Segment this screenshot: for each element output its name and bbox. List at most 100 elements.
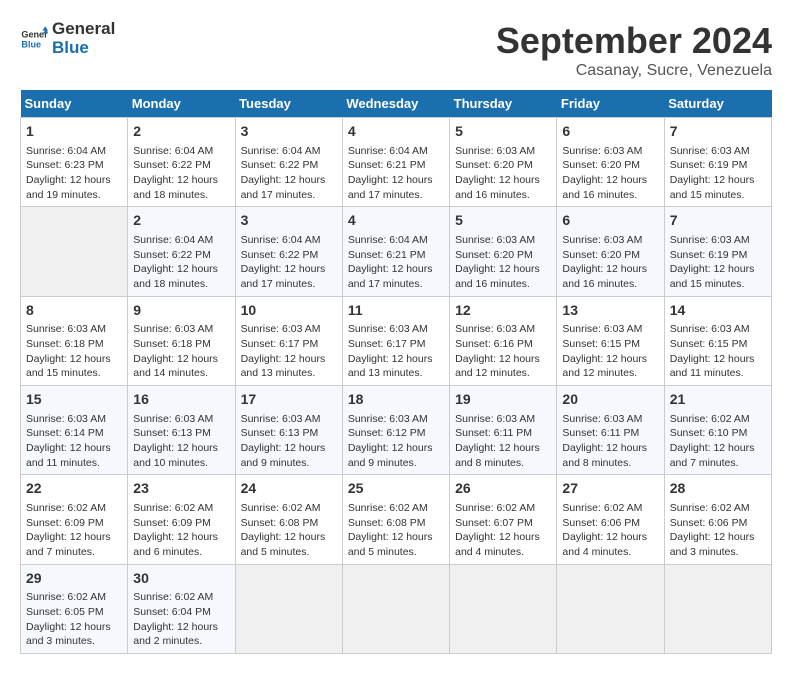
table-row: 25Sunrise: 6:02 AM Sunset: 6:08 PM Dayli… [342,475,449,564]
table-row: 3Sunrise: 6:04 AM Sunset: 6:22 PM Daylig… [235,118,342,207]
calendar-header-row: Sunday Monday Tuesday Wednesday Thursday… [21,90,772,118]
day-number: 28 [670,479,766,499]
calendar-row: 15Sunrise: 6:03 AM Sunset: 6:14 PM Dayli… [21,386,772,475]
logo-text-blue: Blue [52,39,115,58]
table-row: 9Sunrise: 6:03 AM Sunset: 6:18 PM Daylig… [128,296,235,385]
calendar-row: 8Sunrise: 6:03 AM Sunset: 6:18 PM Daylig… [21,296,772,385]
day-info: Sunrise: 6:03 AM Sunset: 6:20 PM Dayligh… [562,233,658,292]
day-info: Sunrise: 6:03 AM Sunset: 6:13 PM Dayligh… [133,412,229,471]
day-number: 2 [133,122,229,142]
day-info: Sunrise: 6:02 AM Sunset: 6:10 PM Dayligh… [670,412,766,471]
calendar-row: 22Sunrise: 6:02 AM Sunset: 6:09 PM Dayli… [21,475,772,564]
table-row: 13Sunrise: 6:03 AM Sunset: 6:15 PM Dayli… [557,296,664,385]
day-number: 11 [348,301,444,321]
table-row [235,564,342,653]
day-number: 14 [670,301,766,321]
day-info: Sunrise: 6:02 AM Sunset: 6:08 PM Dayligh… [348,501,444,560]
day-info: Sunrise: 6:03 AM Sunset: 6:11 PM Dayligh… [562,412,658,471]
day-info: Sunrise: 6:04 AM Sunset: 6:22 PM Dayligh… [241,233,337,292]
col-friday: Friday [557,90,664,118]
table-row: 6Sunrise: 6:03 AM Sunset: 6:20 PM Daylig… [557,207,664,296]
day-info: Sunrise: 6:04 AM Sunset: 6:21 PM Dayligh… [348,233,444,292]
table-row: 7Sunrise: 6:03 AM Sunset: 6:19 PM Daylig… [664,207,771,296]
day-number: 12 [455,301,551,321]
day-number: 16 [133,390,229,410]
day-number: 25 [348,479,444,499]
day-info: Sunrise: 6:02 AM Sunset: 6:05 PM Dayligh… [26,590,122,649]
day-number: 6 [562,122,658,142]
col-tuesday: Tuesday [235,90,342,118]
table-row: 4Sunrise: 6:04 AM Sunset: 6:21 PM Daylig… [342,207,449,296]
day-number: 30 [133,569,229,589]
table-row: 15Sunrise: 6:03 AM Sunset: 6:14 PM Dayli… [21,386,128,475]
table-row: 5Sunrise: 6:03 AM Sunset: 6:20 PM Daylig… [450,207,557,296]
day-info: Sunrise: 6:03 AM Sunset: 6:18 PM Dayligh… [26,322,122,381]
svg-text:General: General [21,29,48,39]
table-row: 24Sunrise: 6:02 AM Sunset: 6:08 PM Dayli… [235,475,342,564]
col-wednesday: Wednesday [342,90,449,118]
day-number: 4 [348,211,444,231]
day-number: 1 [26,122,122,142]
table-row: 21Sunrise: 6:02 AM Sunset: 6:10 PM Dayli… [664,386,771,475]
table-row: 19Sunrise: 6:03 AM Sunset: 6:11 PM Dayli… [450,386,557,475]
day-number: 10 [241,301,337,321]
table-row: 12Sunrise: 6:03 AM Sunset: 6:16 PM Dayli… [450,296,557,385]
day-number: 15 [26,390,122,410]
day-number: 24 [241,479,337,499]
calendar-row: 1Sunrise: 6:04 AM Sunset: 6:23 PM Daylig… [21,118,772,207]
table-row: 27Sunrise: 6:02 AM Sunset: 6:06 PM Dayli… [557,475,664,564]
day-info: Sunrise: 6:03 AM Sunset: 6:19 PM Dayligh… [670,144,766,203]
logo: General Blue General Blue [20,20,115,57]
day-info: Sunrise: 6:03 AM Sunset: 6:19 PM Dayligh… [670,233,766,292]
col-sunday: Sunday [21,90,128,118]
logo-text-general: General [52,20,115,39]
day-number: 5 [455,211,551,231]
table-row: 23Sunrise: 6:02 AM Sunset: 6:09 PM Dayli… [128,475,235,564]
day-number: 19 [455,390,551,410]
day-info: Sunrise: 6:03 AM Sunset: 6:15 PM Dayligh… [562,322,658,381]
day-info: Sunrise: 6:04 AM Sunset: 6:22 PM Dayligh… [133,233,229,292]
calendar-row: 29Sunrise: 6:02 AM Sunset: 6:05 PM Dayli… [21,564,772,653]
day-number: 5 [455,122,551,142]
day-info: Sunrise: 6:04 AM Sunset: 6:22 PM Dayligh… [241,144,337,203]
table-row: 22Sunrise: 6:02 AM Sunset: 6:09 PM Dayli… [21,475,128,564]
table-row: 1Sunrise: 6:04 AM Sunset: 6:23 PM Daylig… [21,118,128,207]
table-row: 2Sunrise: 6:04 AM Sunset: 6:22 PM Daylig… [128,118,235,207]
table-row: 28Sunrise: 6:02 AM Sunset: 6:06 PM Dayli… [664,475,771,564]
calendar-row: 2Sunrise: 6:04 AM Sunset: 6:22 PM Daylig… [21,207,772,296]
table-row [21,207,128,296]
title-block: September 2024 Casanay, Sucre, Venezuela [496,20,772,80]
table-row [664,564,771,653]
day-info: Sunrise: 6:02 AM Sunset: 6:07 PM Dayligh… [455,501,551,560]
day-info: Sunrise: 6:02 AM Sunset: 6:09 PM Dayligh… [133,501,229,560]
table-row [342,564,449,653]
day-info: Sunrise: 6:02 AM Sunset: 6:08 PM Dayligh… [241,501,337,560]
day-info: Sunrise: 6:03 AM Sunset: 6:17 PM Dayligh… [348,322,444,381]
day-info: Sunrise: 6:03 AM Sunset: 6:20 PM Dayligh… [455,233,551,292]
day-info: Sunrise: 6:04 AM Sunset: 6:23 PM Dayligh… [26,144,122,203]
day-info: Sunrise: 6:04 AM Sunset: 6:21 PM Dayligh… [348,144,444,203]
day-info: Sunrise: 6:03 AM Sunset: 6:15 PM Dayligh… [670,322,766,381]
table-row: 26Sunrise: 6:02 AM Sunset: 6:07 PM Dayli… [450,475,557,564]
day-info: Sunrise: 6:03 AM Sunset: 6:18 PM Dayligh… [133,322,229,381]
table-row: 7Sunrise: 6:03 AM Sunset: 6:19 PM Daylig… [664,118,771,207]
col-saturday: Saturday [664,90,771,118]
table-row: 4Sunrise: 6:04 AM Sunset: 6:21 PM Daylig… [342,118,449,207]
day-number: 3 [241,122,337,142]
day-info: Sunrise: 6:03 AM Sunset: 6:16 PM Dayligh… [455,322,551,381]
day-info: Sunrise: 6:03 AM Sunset: 6:13 PM Dayligh… [241,412,337,471]
location: Casanay, Sucre, Venezuela [496,62,772,80]
day-number: 4 [348,122,444,142]
day-number: 8 [26,301,122,321]
month-title: September 2024 [496,20,772,62]
logo-icon: General Blue [20,25,48,53]
day-number: 27 [562,479,658,499]
day-number: 18 [348,390,444,410]
day-info: Sunrise: 6:03 AM Sunset: 6:14 PM Dayligh… [26,412,122,471]
table-row: 3Sunrise: 6:04 AM Sunset: 6:22 PM Daylig… [235,207,342,296]
day-info: Sunrise: 6:03 AM Sunset: 6:12 PM Dayligh… [348,412,444,471]
table-row: 6Sunrise: 6:03 AM Sunset: 6:20 PM Daylig… [557,118,664,207]
day-number: 29 [26,569,122,589]
day-info: Sunrise: 6:03 AM Sunset: 6:11 PM Dayligh… [455,412,551,471]
table-row: 18Sunrise: 6:03 AM Sunset: 6:12 PM Dayli… [342,386,449,475]
